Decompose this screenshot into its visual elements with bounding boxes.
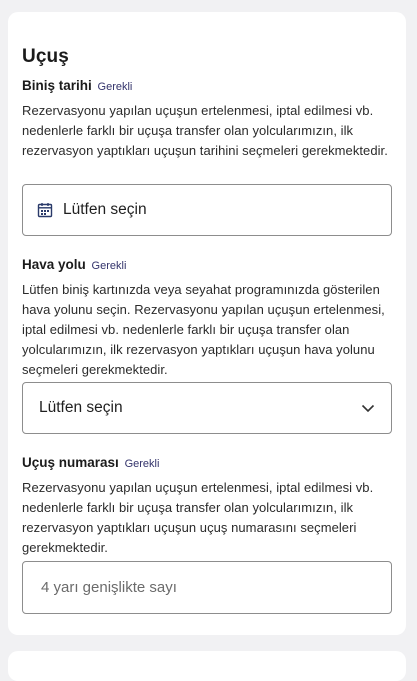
next-section-card (8, 651, 406, 681)
airline-description: Lütfen biniş kartınızda veya seyahat pro… (22, 282, 385, 377)
flight-number-input[interactable] (39, 578, 391, 597)
flight-number-label-row: Uçuş numarası Gerekli (22, 455, 392, 472)
boarding-date-label-row: Biniş tarihi Gerekli (22, 78, 392, 95)
airline-select-value: Lütfen seçin (39, 399, 123, 416)
section-title: Uçuş (22, 46, 69, 67)
flight-section-card: Uçuş Biniş tarihi Gerekli Rezervasyonu y… (8, 12, 406, 635)
flight-number-input-wrap (22, 561, 392, 614)
boarding-date-picker-wrap: Lütfen seçin (22, 184, 392, 236)
required-badge: Gerekli (97, 81, 133, 93)
airline-label-row: Hava yolu Gerekli (22, 257, 392, 274)
chevron-down-icon (361, 404, 375, 413)
airline-label: Hava yolu (22, 257, 86, 272)
flight-number-box (22, 561, 392, 614)
flight-number-field: Uçuş numarası Gerekli Rezervasyonu yapıl… (22, 455, 392, 558)
airline-select[interactable]: Lütfen seçin (22, 382, 392, 434)
calendar-icon (37, 202, 53, 218)
flight-number-label: Uçuş numarası (22, 455, 119, 470)
boarding-date-value: Lütfen seçin (63, 201, 147, 218)
airline-field: Hava yolu Gerekli Lütfen biniş kartınızd… (22, 257, 392, 380)
boarding-date-field: Biniş tarihi Gerekli Rezervasyonu yapıla… (22, 78, 392, 161)
required-badge: Gerekli (124, 458, 160, 470)
boarding-date-label: Biniş tarihi (22, 78, 92, 93)
required-badge: Gerekli (91, 260, 127, 272)
boarding-date-picker[interactable]: Lütfen seçin (22, 184, 392, 236)
boarding-date-description: Rezervasyonu yapılan uçuşun ertelenmesi,… (22, 103, 388, 158)
flight-number-description: Rezervasyonu yapılan uçuşun ertelenmesi,… (22, 480, 374, 555)
airline-select-wrap: Lütfen seçin (22, 382, 392, 434)
